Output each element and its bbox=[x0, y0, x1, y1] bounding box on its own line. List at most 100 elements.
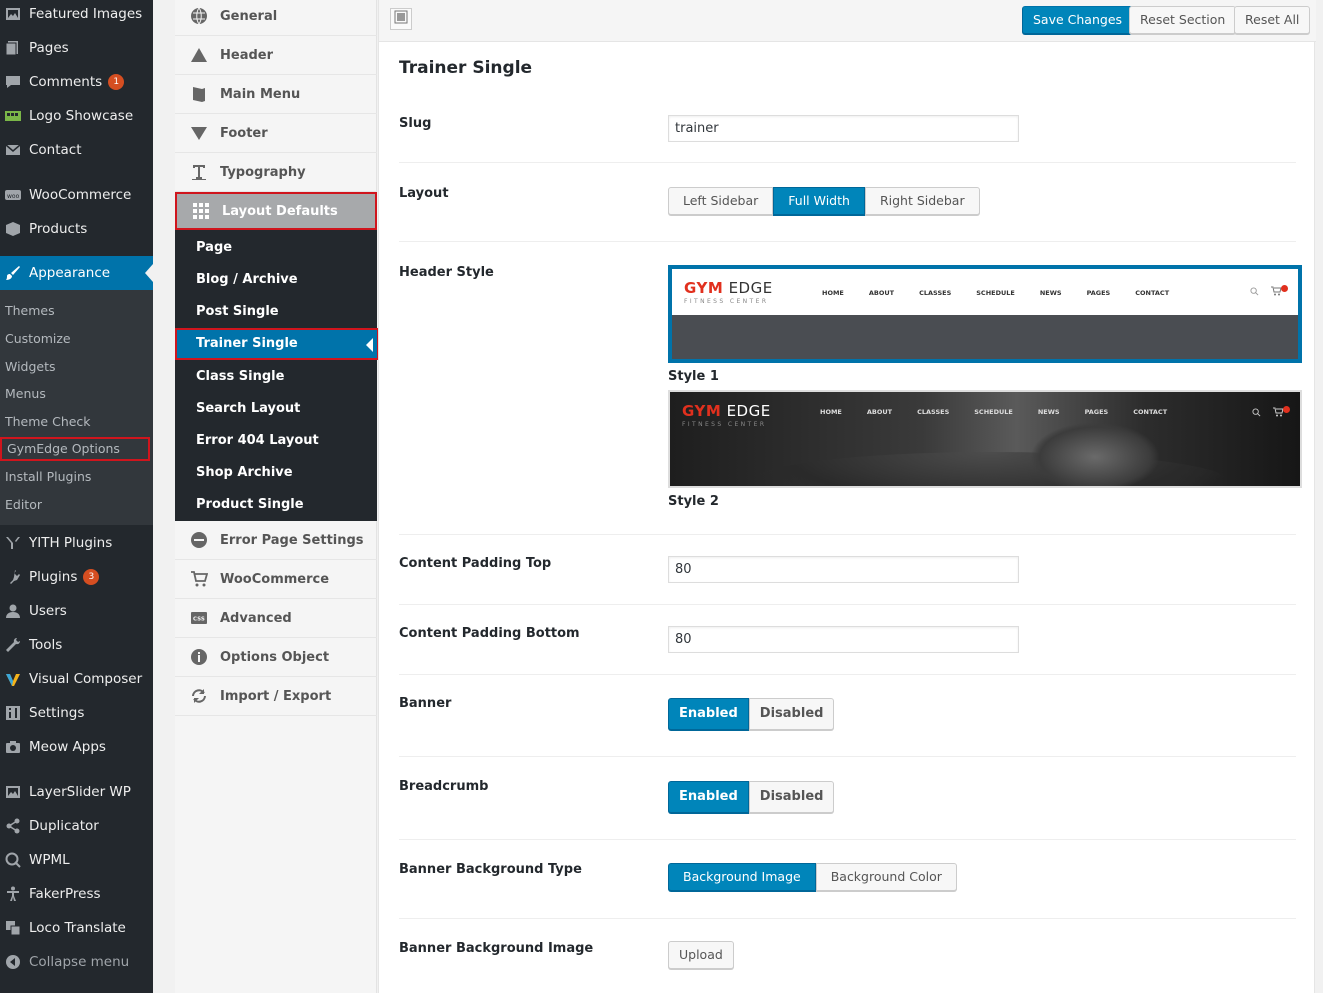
layout-sub-product-single[interactable]: Product Single bbox=[196, 489, 304, 521]
submenu-widgets[interactable]: Widgets bbox=[5, 355, 56, 379]
logo-showcase-icon bbox=[4, 107, 22, 125]
options-nav-label: Advanced bbox=[220, 610, 292, 626]
grid-icon bbox=[191, 201, 211, 221]
options-nav-footer[interactable]: Footer bbox=[175, 114, 377, 153]
options-nav-error-page[interactable]: Error Page Settings bbox=[175, 521, 377, 560]
padding-top-input[interactable] bbox=[668, 556, 1019, 583]
options-nav-header[interactable]: Header bbox=[175, 36, 377, 75]
reset-section-button[interactable]: Reset Section bbox=[1129, 6, 1237, 34]
bg-type-color-button[interactable]: Background Color bbox=[815, 863, 957, 891]
appearance-icon bbox=[4, 264, 22, 282]
save-changes-button[interactable]: Save Changes bbox=[1022, 6, 1134, 34]
preview-header-icons bbox=[1252, 406, 1290, 421]
minus-circle-icon bbox=[189, 530, 209, 550]
submenu-theme-check[interactable]: Theme Check bbox=[5, 410, 91, 434]
options-nav-general[interactable]: General bbox=[175, 0, 377, 36]
divider bbox=[399, 839, 1296, 840]
breadcrumb-label: Breadcrumb bbox=[399, 779, 489, 794]
search-icon bbox=[1252, 406, 1261, 421]
menu-loco-translate[interactable]: Loco Translate bbox=[0, 911, 153, 945]
header-style-1-option[interactable]: GYM EDGE FITNESS CENTER HOME ABOUT CLASS… bbox=[668, 265, 1302, 384]
menu-label: WPML bbox=[29, 852, 70, 868]
menu-comments[interactable]: Comments 1 bbox=[0, 65, 153, 99]
reset-all-button[interactable]: Reset All bbox=[1234, 6, 1311, 34]
layout-sub-class-single[interactable]: Class Single bbox=[196, 361, 284, 393]
options-nav-main-menu[interactable]: Main Menu bbox=[175, 75, 377, 114]
menu-wpml[interactable]: WPML bbox=[0, 843, 153, 877]
search-icon bbox=[1250, 285, 1259, 300]
menu-users[interactable]: Users bbox=[0, 594, 153, 628]
header-style-2-preview: GYM EDGE FITNESS CENTER HOME ABOUT CLASS… bbox=[668, 390, 1302, 488]
header-style-1-preview: GYM EDGE FITNESS CENTER HOME ABOUT CLASS… bbox=[668, 265, 1302, 363]
slug-input[interactable] bbox=[668, 115, 1019, 142]
cart-icon bbox=[189, 569, 209, 589]
options-nav-label: General bbox=[220, 8, 278, 24]
layout-sub-blog-archive[interactable]: Blog / Archive bbox=[196, 264, 298, 296]
preview-photo-face bbox=[1030, 422, 1160, 486]
users-icon bbox=[4, 602, 22, 620]
submenu-editor[interactable]: Editor bbox=[5, 493, 42, 517]
menu-contact[interactable]: Contact bbox=[0, 133, 153, 167]
featured-images-icon bbox=[4, 5, 22, 23]
banner-disabled-button[interactable]: Disabled bbox=[748, 698, 835, 730]
layout-sub-trainer-single[interactable]: Trainer Single bbox=[175, 328, 379, 360]
options-navigation: General Header Main Menu Footer Typograp… bbox=[175, 0, 379, 993]
breadcrumb-disabled-button[interactable]: Disabled bbox=[748, 781, 835, 813]
layout-sub-error-404[interactable]: Error 404 Layout bbox=[196, 425, 319, 457]
options-nav-label: Header bbox=[220, 47, 274, 63]
cart-count-dot bbox=[1281, 285, 1288, 292]
header-style-2-option[interactable]: GYM EDGE FITNESS CENTER HOME ABOUT CLASS… bbox=[668, 390, 1302, 509]
menu-label: FakerPress bbox=[29, 886, 101, 902]
menu-appearance[interactable]: Appearance bbox=[0, 256, 153, 290]
menu-pages[interactable]: Pages bbox=[0, 31, 153, 65]
expand-icon bbox=[394, 10, 408, 28]
layout-left-sidebar-button[interactable]: Left Sidebar bbox=[668, 187, 774, 215]
menu-tools[interactable]: Tools bbox=[0, 628, 153, 662]
menu-products[interactable]: Products bbox=[0, 212, 153, 246]
options-nav-import-export[interactable]: Import / Export bbox=[175, 677, 377, 716]
upload-button[interactable]: Upload bbox=[668, 941, 734, 969]
menu-meow-apps[interactable]: Meow Apps bbox=[0, 730, 153, 764]
breadcrumb-enabled-button[interactable]: Enabled bbox=[668, 781, 749, 813]
submenu-menus[interactable]: Menus bbox=[5, 382, 46, 406]
layout-sub-search-layout[interactable]: Search Layout bbox=[196, 393, 300, 425]
layout-sub-shop-archive[interactable]: Shop Archive bbox=[196, 457, 293, 489]
banner-label: Banner bbox=[399, 696, 452, 711]
menu-plugins[interactable]: Plugins 3 bbox=[0, 560, 153, 594]
submenu-install-plugins[interactable]: Install Plugins bbox=[5, 465, 91, 489]
layout-sub-page[interactable]: Page bbox=[196, 232, 232, 264]
menu-layerslider[interactable]: LayerSlider WP bbox=[0, 775, 153, 809]
preview-header-bar: GYM EDGE FITNESS CENTER HOME ABOUT CLASS… bbox=[672, 269, 1298, 315]
divider bbox=[399, 918, 1296, 919]
layout-full-width-button[interactable]: Full Width bbox=[773, 187, 865, 215]
options-toolbar: Save Changes Reset Section Reset All bbox=[379, 0, 1316, 42]
menu-featured-images[interactable]: Featured Images bbox=[0, 0, 153, 31]
collapse-icon bbox=[4, 953, 22, 971]
options-nav-woocommerce[interactable]: WooCommerce bbox=[175, 560, 377, 599]
options-nav-options-object[interactable]: Options Object bbox=[175, 638, 377, 677]
layout-right-sidebar-button[interactable]: Right Sidebar bbox=[864, 187, 980, 215]
menu-label: Collapse menu bbox=[29, 954, 130, 970]
menu-yith-plugins[interactable]: YITH Plugins bbox=[0, 526, 153, 560]
banner-enabled-button[interactable]: Enabled bbox=[668, 698, 749, 730]
bg-type-image-button[interactable]: Background Image bbox=[668, 863, 816, 891]
banner-bg-image-label: Banner Background Image bbox=[399, 941, 594, 956]
layout-sub-post-single[interactable]: Post Single bbox=[196, 296, 279, 328]
submenu-themes[interactable]: Themes bbox=[5, 299, 55, 323]
menu-woocommerce[interactable]: woo WooCommerce bbox=[0, 178, 153, 212]
submenu-customize[interactable]: Customize bbox=[5, 327, 71, 351]
padding-bottom-input[interactable] bbox=[668, 626, 1019, 653]
menu-fakerpress[interactable]: FakerPress bbox=[0, 877, 153, 911]
options-nav-typography[interactable]: Typography bbox=[175, 153, 377, 192]
options-nav-advanced[interactable]: CSS Advanced bbox=[175, 599, 377, 638]
menu-collapse[interactable]: Collapse menu bbox=[0, 945, 153, 979]
expand-options-button[interactable] bbox=[390, 8, 412, 30]
menu-visual-composer[interactable]: Visual Composer bbox=[0, 662, 153, 696]
menu-logo-showcase[interactable]: Logo Showcase bbox=[0, 99, 153, 133]
submenu-gymedge-options[interactable]: GymEdge Options bbox=[0, 437, 150, 461]
options-nav-layout-defaults[interactable]: Layout Defaults bbox=[175, 192, 377, 230]
menu-settings[interactable]: Settings bbox=[0, 696, 153, 730]
menu-label: Duplicator bbox=[29, 818, 99, 834]
menu-duplicator[interactable]: Duplicator bbox=[0, 809, 153, 843]
menu-label: Appearance bbox=[29, 265, 111, 281]
